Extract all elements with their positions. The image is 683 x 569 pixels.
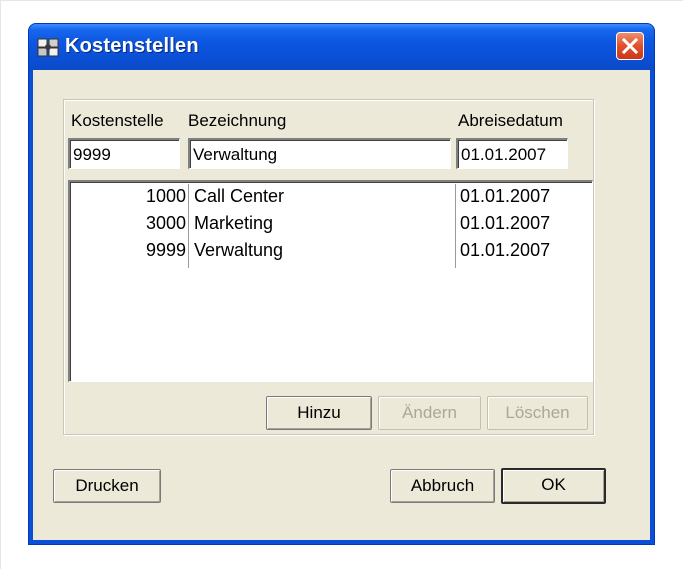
window-title: Kostenstellen <box>65 35 199 57</box>
list-item-name: Call Center <box>194 186 285 206</box>
list-item[interactable]: 3000 Marketing 01.01.2007 <box>70 213 592 239</box>
close-button[interactable] <box>616 32 644 60</box>
drucken-button[interactable]: Drucken <box>53 469 161 503</box>
list-item-id: 3000 <box>145 213 186 233</box>
title-bar[interactable]: Kostenstellen <box>29 24 654 70</box>
list-item-name: Marketing <box>194 213 274 233</box>
aendern-button[interactable]: Ändern <box>378 396 481 430</box>
abbruch-button[interactable]: Abbruch <box>390 469 495 503</box>
list-item-date: 01.01.2007 <box>460 240 551 260</box>
dialog-client-area: Kostenstelle Bezeichnung Abreisedatum 99… <box>33 70 650 540</box>
bezeichnung-field[interactable]: Verwaltung <box>188 138 451 169</box>
list-item-id: 9999 <box>145 240 186 260</box>
list-item[interactable]: 9999 Verwaltung 01.01.2007 <box>70 240 592 266</box>
ok-button[interactable]: OK <box>501 468 606 504</box>
dialog-window: Kostenstellen Kostenstelle Bezeichnung A… <box>29 24 654 544</box>
list-item-id: 1000 <box>145 186 186 206</box>
list-item[interactable]: 1000 Call Center 01.01.2007 <box>70 186 592 212</box>
cost-center-list[interactable]: 1000 Call Center 01.01.2007 3000 Marketi… <box>68 180 593 382</box>
abreisedatum-label: Abreisedatum <box>458 111 563 130</box>
list-item-date: 01.01.2007 <box>460 186 551 206</box>
list-item-name: Verwaltung <box>194 240 284 260</box>
kostenstelle-label: Kostenstelle <box>71 111 164 130</box>
close-icon <box>621 37 639 55</box>
hinzu-button[interactable]: Hinzu <box>266 396 372 430</box>
bezeichnung-label: Bezeichnung <box>188 111 287 130</box>
kostenstelle-field[interactable]: 9999 <box>68 138 180 169</box>
list-item-date: 01.01.2007 <box>460 213 551 233</box>
abreisedatum-field[interactable]: 01.01.2007 <box>456 138 568 169</box>
app-icon <box>37 36 59 58</box>
loeschen-button[interactable]: Löschen <box>487 396 588 430</box>
